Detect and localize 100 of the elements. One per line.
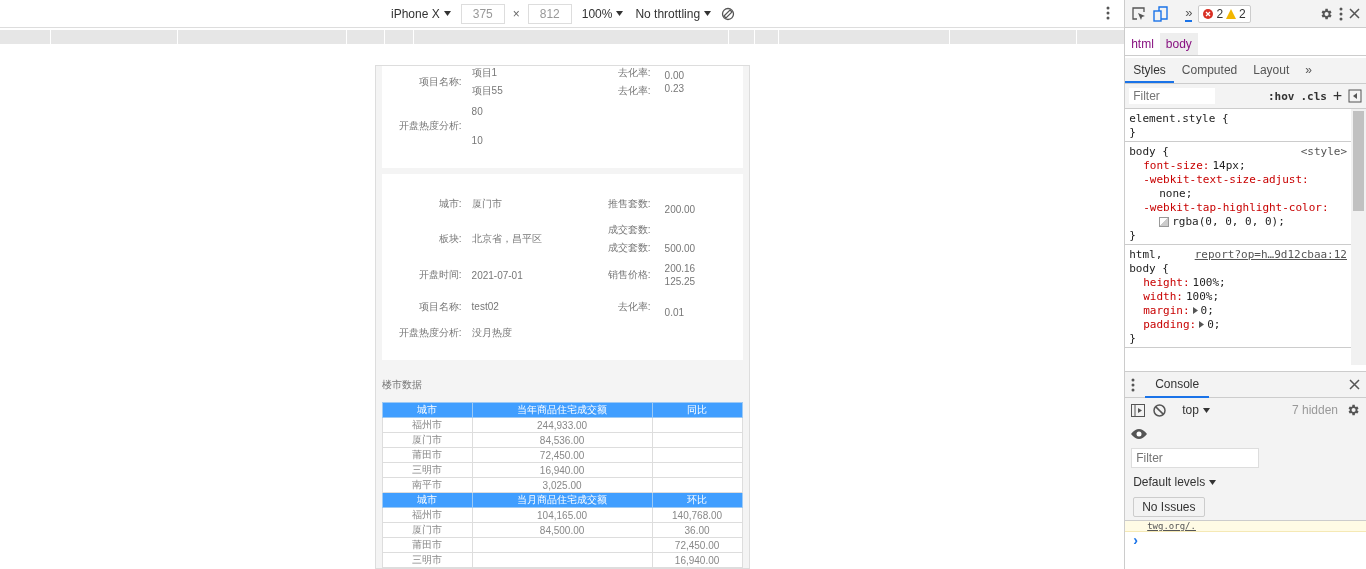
field-value: test02: [471, 301, 500, 312]
closing-brace: }: [1129, 332, 1136, 345]
add-rule-button[interactable]: +: [1332, 87, 1342, 105]
device-toolbar-icon[interactable]: [1153, 5, 1170, 22]
caret-icon: [704, 11, 712, 16]
field-label: 销售价格:: [607, 268, 651, 282]
hov-button[interactable]: :hov: [1267, 89, 1295, 103]
rule-source[interactable]: report?op=h…9d12cbaa:12: [1194, 248, 1347, 261]
caret-icon: [616, 11, 624, 16]
log-levels-dropdown[interactable]: Default levels: [1131, 475, 1219, 489]
panel-tab[interactable]: Layout: [1245, 58, 1298, 83]
field-value: 0.23: [664, 83, 686, 94]
property-value: 0;: [1200, 304, 1214, 317]
console-tab[interactable]: Console: [1145, 371, 1210, 398]
field-value: 北京省，昌平区: [471, 232, 543, 246]
field-label: 板块:: [437, 232, 463, 246]
field-label: 开盘热度分析:: [397, 119, 463, 133]
closing-brace: }: [1129, 126, 1136, 139]
field-value: 200.00: [664, 204, 697, 215]
property-value: rgba(0, 0, 0, 0);: [1172, 215, 1285, 228]
field-label: 开盘热度分析:: [397, 326, 463, 340]
filter-field[interactable]: Filter: [1129, 88, 1216, 104]
close-icon[interactable]: [1349, 8, 1360, 19]
property-value: 0;: [1207, 318, 1221, 331]
field-value: 0.00: [664, 70, 686, 81]
field-label: 成交套数:: [607, 223, 651, 237]
drawer-menu-icon[interactable]: [1131, 377, 1136, 392]
property-name: font-size:: [1143, 159, 1210, 172]
field-value: 项目1: [471, 66, 499, 80]
field-value: 500.00: [664, 242, 697, 254]
error-icon: [1203, 8, 1214, 19]
color-swatch[interactable]: [1159, 216, 1170, 227]
clear-icon[interactable]: [1153, 403, 1167, 417]
sidebar-toggle-icon[interactable]: [1348, 89, 1362, 103]
panel-tab[interactable]: Computed: [1173, 58, 1246, 83]
property-name: height:: [1143, 276, 1190, 289]
context-dropdown[interactable]: top: [1180, 403, 1212, 417]
hidden-count: 7 hidden: [1291, 403, 1338, 417]
eye-icon[interactable]: [1131, 429, 1148, 439]
rotate-icon[interactable]: [721, 6, 736, 21]
field-label: 城市:: [437, 196, 463, 211]
field-label: 项目名称:: [417, 75, 463, 89]
rule-source[interactable]: <style>: [1300, 145, 1347, 158]
property-name: padding:: [1143, 318, 1197, 331]
sidebar-icon[interactable]: [1131, 403, 1146, 417]
css-selector: body {: [1129, 145, 1169, 158]
cls-button[interactable]: .cls: [1300, 89, 1327, 103]
field-label: 去化率:: [617, 84, 651, 98]
inspect-icon[interactable]: [1131, 5, 1148, 22]
property-value: 100%;: [1185, 290, 1220, 303]
device-dropdown[interactable]: iPhone X: [389, 6, 453, 21]
field-value: 125.25: [664, 276, 697, 287]
column-header: 城市: [382, 402, 473, 418]
css-selector: element.style {: [1129, 112, 1229, 125]
property-name: width:: [1143, 290, 1183, 303]
field-value: 80: [471, 106, 484, 117]
filter-field[interactable]: Filter: [1131, 448, 1260, 468]
throttling-dropdown[interactable]: No throttling: [633, 6, 714, 21]
section-title: 楼市数据: [381, 378, 423, 392]
field-label: 项目名称:: [417, 299, 463, 314]
caret-icon: [1209, 479, 1217, 485]
property-name: -webkit-tap-highlight-color:: [1143, 201, 1329, 214]
settings-icon[interactable]: [1319, 6, 1333, 21]
field-label: 成交套数:: [607, 241, 651, 255]
field-label: 开盘时间:: [417, 268, 463, 282]
field-value: 10: [471, 135, 484, 146]
close-icon[interactable]: [1349, 379, 1360, 390]
scrollbar[interactable]: [1351, 109, 1366, 365]
warning-icon: [1226, 8, 1237, 19]
issues-button[interactable]: No Issues: [1133, 497, 1205, 517]
field-label: 去化率:: [617, 66, 651, 80]
field-label: 推售套数:: [607, 196, 651, 211]
field-label: 去化率:: [617, 299, 651, 314]
css-selector: html,: [1129, 248, 1163, 261]
field-value: 0.01: [664, 307, 686, 318]
zoom-dropdown[interactable]: 100%: [579, 6, 626, 21]
property-name: margin:: [1143, 304, 1190, 317]
settings-icon[interactable]: [1346, 403, 1360, 417]
closing-brace: }: [1129, 229, 1136, 242]
column-header: 当年商品住宅成交额: [472, 402, 653, 418]
more-tabs-button[interactable]: »: [1297, 58, 1320, 83]
issues-counter[interactable]: 2 2: [1198, 4, 1251, 23]
property-value: none;: [1159, 187, 1193, 200]
caret-icon: [1202, 407, 1210, 413]
css-selector: body {: [1129, 262, 1169, 275]
more-tabs-button[interactable]: »: [1185, 5, 1193, 22]
message-link[interactable]: twg.org/.: [1147, 521, 1196, 531]
more-icon[interactable]: [1339, 6, 1343, 21]
field-value: 项目55: [471, 84, 504, 98]
field-value: 厦门市: [471, 196, 503, 211]
field-value: 2021-07-01: [471, 269, 524, 281]
field-value: 200.16: [664, 263, 697, 274]
times-sign: ×: [512, 6, 520, 21]
property-value: 14px;: [1212, 159, 1246, 172]
caret-icon: [443, 11, 451, 16]
property-value: 100%;: [1192, 276, 1226, 289]
prompt-icon: ›: [1133, 532, 1138, 548]
breadcrumb[interactable]: body: [1159, 33, 1198, 55]
column-header: 同比: [652, 402, 743, 418]
property-name: -webkit-text-size-adjust:: [1143, 173, 1309, 186]
